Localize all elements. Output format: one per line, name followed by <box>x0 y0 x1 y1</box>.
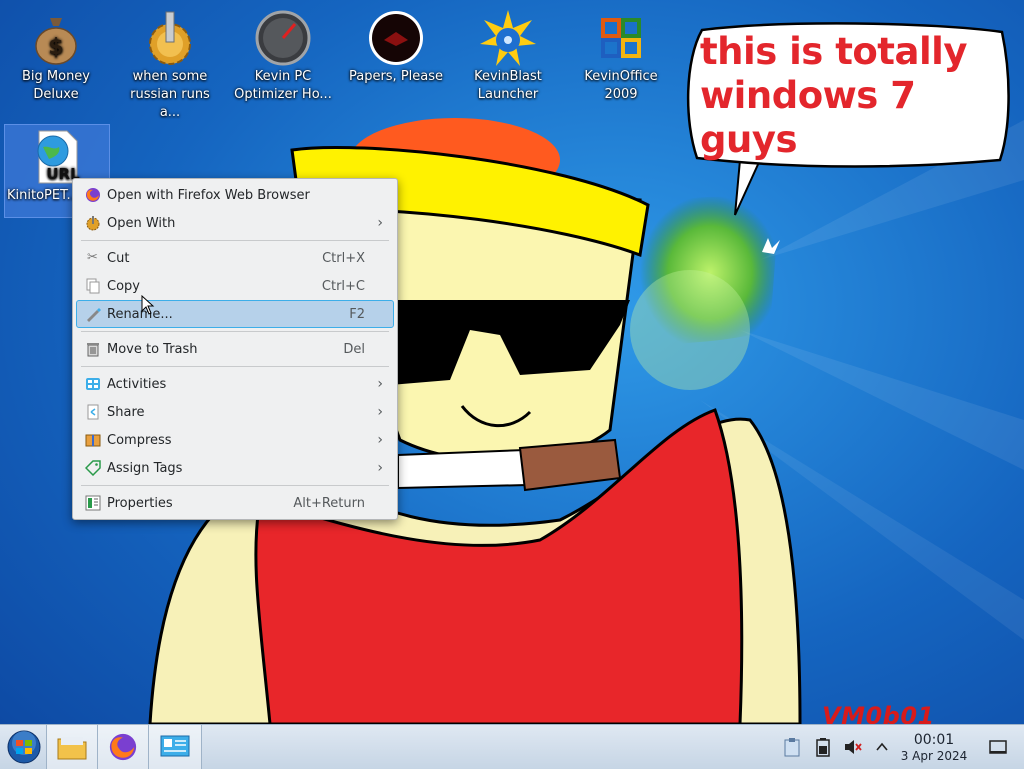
chevron-up-icon[interactable] <box>872 737 892 757</box>
open-with-icon <box>84 214 101 231</box>
copy-icon <box>84 277 101 294</box>
compress-icon <box>84 431 101 448</box>
chevron-right-icon: › <box>377 376 383 392</box>
desktop-icon-kevinblast-launcher[interactable]: KevinBlast Launcher <box>456 2 560 104</box>
trash-icon <box>84 340 101 357</box>
properties-icon <box>84 494 101 511</box>
taskbar-system-settings[interactable] <box>148 725 202 769</box>
menu-shortcut: Ctrl+X <box>322 250 365 266</box>
money-bag-icon: $ <box>35 18 77 65</box>
menu-item-rename[interactable]: Rename... F2 <box>76 300 394 328</box>
start-button[interactable] <box>0 725 48 769</box>
clock-date: 3 Apr 2024 <box>900 749 968 763</box>
file-manager-icon <box>57 737 87 760</box>
chevron-right-icon: › <box>377 460 383 476</box>
gear-icon <box>149 11 191 65</box>
mouse-cursor-icon <box>141 295 155 315</box>
menu-item-properties[interactable]: Properties Alt+Return <box>76 489 394 517</box>
system-settings-icon <box>160 735 190 757</box>
desktop-icon-russian-runs[interactable]: when some russian runs a... <box>118 2 222 122</box>
windows-start-orb-icon <box>7 730 41 764</box>
menu-item-copy[interactable]: Copy Ctrl+C <box>76 272 394 300</box>
menu-separator <box>81 331 389 332</box>
menu-item-assign-tags[interactable]: Assign Tags › <box>76 454 394 482</box>
desktop-icon-kevinoffice-2009[interactable]: KevinOffice 2009 <box>569 2 673 104</box>
menu-item-move-to-trash[interactable]: Move to Trash Del <box>76 335 394 363</box>
menu-separator <box>81 240 389 241</box>
volume-muted-icon[interactable] <box>843 737 863 757</box>
url-file-icon: URL <box>37 130 80 184</box>
context-menu: Open with Firefox Web Browser Open With … <box>72 178 398 520</box>
clipboard-icon[interactable] <box>782 737 802 757</box>
clock-time: 00:01 <box>913 732 955 748</box>
menu-item-share[interactable]: Share › <box>76 398 394 426</box>
tag-icon <box>84 459 101 476</box>
taskbar: 00:01 3 Apr 2024 <box>0 724 1024 769</box>
menu-shortcut: F2 <box>349 306 365 322</box>
desktop-icon-papers-please[interactable]: Papers, Please <box>344 2 448 86</box>
desktop-icon-big-money-deluxe[interactable]: $ Big Money Deluxe <box>4 2 108 104</box>
show-desktop-icon[interactable] <box>988 737 1008 757</box>
menu-shortcut: Del <box>343 341 365 357</box>
menu-item-open-with[interactable]: Open With › <box>76 209 394 237</box>
battery-icon[interactable] <box>813 737 833 757</box>
menu-item-cut[interactable]: ✂ Cut Ctrl+X <box>76 244 394 272</box>
speech-bubble-text: this is totally windows 7 guys <box>700 30 967 161</box>
taskbar-file-manager[interactable] <box>46 725 98 769</box>
menu-item-activities[interactable]: Activities › <box>76 370 394 398</box>
menu-shortcut: Alt+Return <box>293 495 365 511</box>
desktop-icon-label: Kevin PC Optimizer Ho... <box>234 69 332 102</box>
menu-item-compress[interactable]: Compress › <box>76 426 394 454</box>
chevron-right-icon: › <box>377 432 383 448</box>
rename-icon <box>84 305 101 322</box>
desktop-icon-label: Big Money Deluxe <box>21 69 90 102</box>
speedometer-icon <box>255 10 311 66</box>
desktop-icon-label: when some russian runs a... <box>130 69 210 120</box>
svg-text:$: $ <box>48 35 63 60</box>
papers-please-icon <box>369 11 423 65</box>
office-icon <box>601 18 641 58</box>
clock[interactable]: 00:01 3 Apr 2024 <box>896 732 972 764</box>
menu-item-open-with-firefox[interactable]: Open with Firefox Web Browser <box>76 181 394 209</box>
taskbar-firefox[interactable] <box>97 725 149 769</box>
desktop-icon-label: KevinBlast Launcher <box>474 69 542 102</box>
desktop-icon-kevin-pc-optimizer[interactable]: Kevin PC Optimizer Ho... <box>231 2 335 104</box>
chevron-right-icon: › <box>377 215 383 231</box>
firefox-icon <box>109 733 137 761</box>
starburst-disc-icon <box>480 10 536 66</box>
desktop-icon-label: KevinOffice 2009 <box>584 69 658 102</box>
activities-icon <box>84 375 101 392</box>
menu-shortcut: Ctrl+C <box>321 278 365 294</box>
firefox-icon <box>84 186 101 203</box>
chevron-right-icon: › <box>377 404 383 420</box>
menu-separator <box>81 366 389 367</box>
desktop-icon-label: Papers, Please <box>348 69 444 84</box>
share-icon <box>84 403 101 420</box>
menu-separator <box>81 485 389 486</box>
scissors-icon: ✂ <box>87 250 98 265</box>
